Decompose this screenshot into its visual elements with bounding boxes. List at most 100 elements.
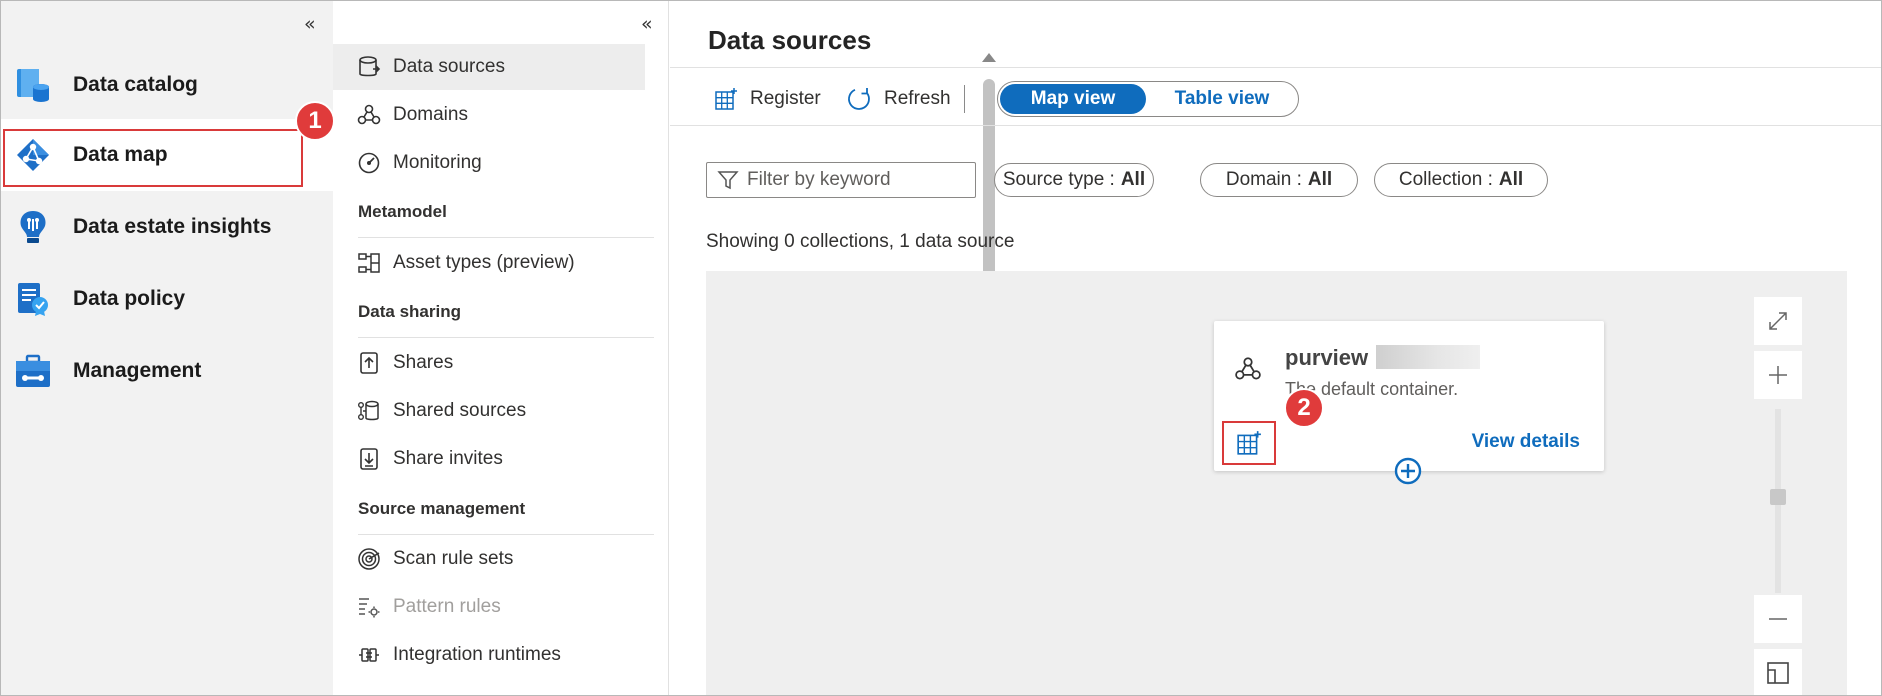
nav-label: Management — [73, 359, 202, 382]
register-grid-icon — [1237, 431, 1261, 455]
minus-icon — [1769, 618, 1787, 620]
plus-icon — [1769, 366, 1787, 384]
domain-filter-pill[interactable]: Domain : All — [1200, 163, 1358, 197]
subnav-item-pattern-rules[interactable]: Pattern rules — [333, 584, 645, 630]
expand-icon — [1769, 312, 1787, 330]
zoom-out-button[interactable] — [1754, 595, 1802, 643]
main-content: Data sources Register Refresh Map view T… — [670, 1, 1881, 695]
nav-label: Data policy — [73, 287, 186, 310]
nav-item-data-catalog[interactable]: Data catalog — [1, 49, 333, 121]
subnav-label: Integration runtimes — [393, 644, 561, 665]
section-divider — [358, 337, 654, 338]
management-icon — [16, 354, 50, 387]
subnav-label: Pattern rules — [393, 596, 501, 617]
nav-item-data-policy[interactable]: Data policy — [1, 263, 333, 335]
subnav-item-shared-sources[interactable]: Shared sources — [333, 388, 645, 434]
scan-rule-sets-icon — [358, 548, 380, 570]
subnav-item-asset-types[interactable]: Asset types (preview) — [333, 240, 645, 286]
map-view-toggle[interactable]: Map view — [1000, 84, 1146, 114]
callout-badge-1: 1 — [295, 101, 335, 141]
nav-label: Data catalog — [73, 73, 198, 96]
data-catalog-icon — [17, 69, 49, 102]
refresh-label: Refresh — [884, 88, 951, 109]
subnav-item-scan-rule-sets[interactable]: Scan rule sets — [333, 536, 645, 582]
pill-label: Source type : — [1002, 169, 1115, 190]
data-map-subnav: « Data sources Domains Monitoring Metamo… — [333, 1, 996, 695]
subnav-item-domains[interactable]: Domains — [333, 92, 645, 138]
collection-card[interactable]: purview The default container. View deta… — [1214, 321, 1604, 485]
register-grid-icon — [715, 88, 737, 110]
subnav-label: Share invites — [393, 448, 503, 469]
share-invites-icon — [360, 448, 378, 470]
domains-icon — [357, 104, 381, 125]
nav-label: Data estate insights — [73, 215, 272, 238]
subnav-label: Shares — [393, 352, 454, 373]
left-navigation: « Data catalog Data map 1 Data estate in… — [1, 1, 335, 695]
app-window: « Data catalog Data map 1 Data estate in… — [0, 0, 1882, 696]
view-toggle: Map view Table view — [997, 81, 1299, 117]
minimap-toggle-button[interactable] — [1754, 649, 1802, 695]
subnav-item-integration-runtimes[interactable]: Integration runtimes — [333, 632, 645, 678]
subnav-label: Monitoring — [393, 152, 482, 173]
section-title-data-sharing: Data sharing — [358, 302, 461, 321]
fit-to-screen-button[interactable] — [1754, 297, 1802, 345]
minimap-icon — [1767, 662, 1789, 684]
redacted-name-block — [1376, 345, 1480, 369]
nav-item-data-estate-insights[interactable]: Data estate insights — [1, 191, 333, 263]
asset-types-icon — [358, 253, 380, 273]
section-title-source-management: Source management — [358, 499, 526, 518]
toolbar-separator — [964, 85, 965, 113]
data-policy-icon — [18, 283, 48, 316]
callout-badge-2: 2 — [1284, 388, 1324, 428]
map-canvas[interactable]: purview The default container. View deta… — [706, 271, 1847, 695]
monitoring-icon — [358, 152, 380, 174]
subnav-label: Data sources — [393, 56, 505, 77]
subnav-label: Scan rule sets — [393, 548, 514, 569]
subnav-label: Domains — [393, 104, 468, 125]
subnav-item-monitoring[interactable]: Monitoring — [333, 140, 645, 186]
pill-value: All — [1307, 169, 1333, 190]
filter-box — [706, 162, 976, 198]
filter-icon — [717, 171, 739, 190]
header-divider — [670, 67, 1881, 68]
zoom-in-button[interactable] — [1754, 351, 1802, 399]
results-summary: Showing 0 collections, 1 data source — [706, 231, 1015, 252]
insights-icon — [20, 211, 46, 243]
refresh-button[interactable]: Refresh — [846, 81, 951, 117]
view-details-link[interactable]: View details — [1472, 431, 1580, 453]
pill-value: All — [1498, 169, 1524, 190]
database-icon — [359, 56, 381, 77]
subnav-item-share-invites[interactable]: Share invites — [333, 436, 645, 482]
subnav-label: Shared sources — [393, 400, 527, 421]
page-title: Data sources — [708, 25, 872, 55]
refresh-icon — [848, 88, 870, 110]
integration-runtimes-icon — [359, 648, 379, 662]
nav-item-management[interactable]: Management — [1, 335, 333, 407]
collapse-left-nav-icon[interactable]: « — [304, 13, 316, 35]
register-label: Register — [750, 88, 821, 109]
section-divider — [358, 534, 654, 535]
shares-icon — [360, 352, 378, 374]
add-collection-icon[interactable] — [1394, 457, 1422, 485]
subnav-item-shares[interactable]: Shares — [333, 340, 645, 386]
register-button[interactable]: Register — [714, 81, 821, 117]
collection-icon — [1235, 357, 1261, 380]
section-title-metamodel: Metamodel — [358, 202, 447, 221]
highlight-box-data-map — [3, 129, 303, 187]
source-type-filter-pill[interactable]: Source type : All — [994, 163, 1154, 197]
table-view-toggle[interactable]: Table view — [1148, 84, 1296, 114]
zoom-slider-thumb[interactable] — [1770, 489, 1786, 505]
collapse-subnav-icon[interactable]: « — [641, 13, 653, 35]
section-divider — [358, 237, 654, 238]
subnav-label: Asset types (preview) — [393, 252, 575, 273]
pill-label: Collection : — [1398, 169, 1493, 190]
shared-sources-icon — [358, 400, 379, 421]
pattern-rules-icon — [359, 598, 380, 618]
collection-filter-pill[interactable]: Collection : All — [1374, 163, 1548, 197]
toolbar-divider — [670, 125, 1881, 126]
subnav-item-data-sources[interactable]: Data sources — [333, 44, 645, 90]
pill-label: Domain : — [1225, 169, 1302, 190]
pill-value: All — [1120, 169, 1146, 190]
register-source-button[interactable] — [1222, 421, 1276, 465]
filter-keyword-input[interactable] — [747, 169, 947, 191]
